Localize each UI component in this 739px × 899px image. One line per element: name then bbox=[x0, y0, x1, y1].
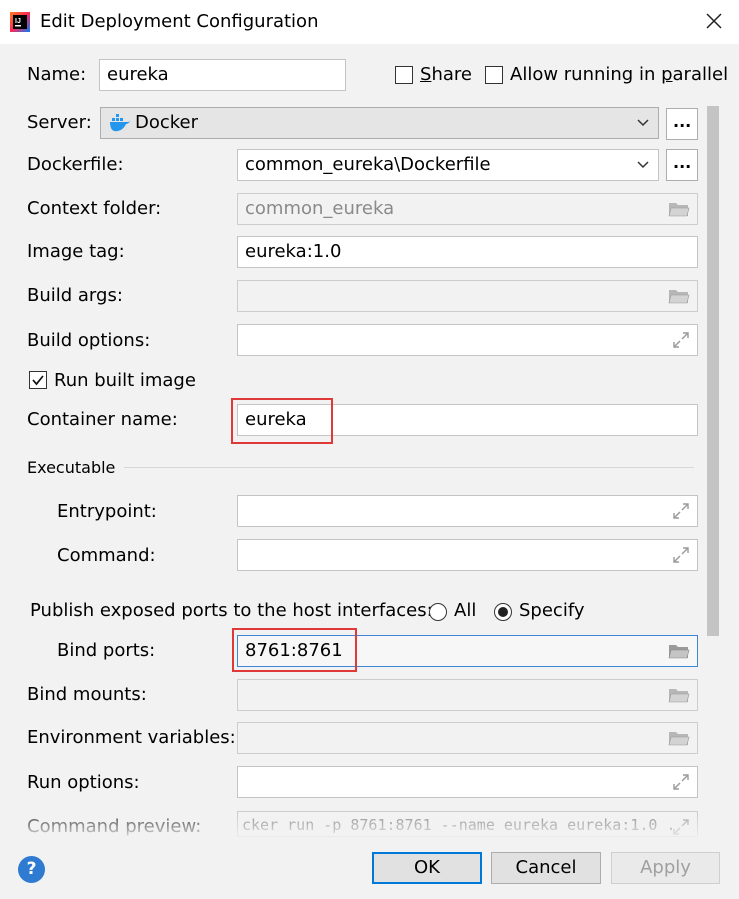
build-options-label: Build options: bbox=[27, 330, 151, 351]
env-vars-input[interactable] bbox=[237, 722, 698, 754]
allow-parallel-checkbox[interactable] bbox=[485, 66, 503, 84]
folder-icon[interactable] bbox=[668, 642, 690, 660]
ok-button[interactable]: OK bbox=[372, 852, 482, 884]
image-tag-label: Image tag: bbox=[27, 241, 125, 262]
radio-all-label: All bbox=[454, 600, 477, 621]
server-dropdown[interactable]: Docker bbox=[100, 107, 659, 139]
close-icon[interactable] bbox=[700, 6, 728, 36]
entrypoint-label: Entrypoint: bbox=[57, 501, 157, 522]
command-preview-field[interactable]: cker run -p 8761:8761 --name eureka eure… bbox=[237, 811, 698, 837]
intellij-app-icon: IJ bbox=[10, 12, 30, 32]
folder-icon[interactable] bbox=[668, 729, 690, 747]
run-options-input[interactable] bbox=[237, 766, 698, 798]
folder-icon[interactable] bbox=[668, 287, 690, 305]
folder-icon[interactable] bbox=[668, 200, 690, 218]
checkmark-icon bbox=[32, 375, 44, 386]
svg-text:IJ: IJ bbox=[15, 18, 21, 25]
command-preview-value: cker run -p 8761:8761 --name eureka eure… bbox=[242, 816, 676, 834]
command-label: Command: bbox=[57, 545, 156, 566]
expand-icon[interactable] bbox=[673, 547, 689, 563]
share-label: Share bbox=[420, 64, 472, 85]
context-folder-label: Context folder: bbox=[27, 198, 162, 219]
share-checkbox[interactable] bbox=[395, 66, 413, 84]
expand-icon[interactable] bbox=[673, 774, 689, 790]
run-built-image-checkbox[interactable] bbox=[29, 371, 47, 389]
server-value: Docker bbox=[135, 112, 199, 133]
bind-mounts-input[interactable] bbox=[237, 679, 698, 711]
expand-icon[interactable] bbox=[673, 819, 689, 835]
chevron-down-icon bbox=[637, 119, 649, 127]
context-folder-input[interactable]: common_eureka bbox=[237, 193, 698, 225]
server-label: Server: bbox=[27, 112, 92, 133]
section-divider bbox=[124, 467, 694, 468]
highlight-box-bind-ports bbox=[232, 628, 357, 672]
scrollbar-thumb[interactable] bbox=[707, 106, 719, 636]
image-tag-value: eureka:1.0 bbox=[245, 241, 342, 262]
dockerfile-value: common_eureka\Dockerfile bbox=[245, 154, 491, 175]
radio-specify[interactable] bbox=[494, 603, 512, 621]
name-label: Name: bbox=[27, 64, 87, 85]
help-button[interactable]: ? bbox=[18, 856, 45, 883]
server-browse-button[interactable]: ... bbox=[666, 108, 698, 140]
run-built-image-label: Run built image bbox=[54, 370, 196, 391]
image-tag-input[interactable]: eureka:1.0 bbox=[237, 236, 698, 268]
build-options-input[interactable] bbox=[237, 324, 698, 356]
highlight-box-container bbox=[231, 398, 333, 444]
command-input[interactable] bbox=[237, 539, 698, 571]
chevron-down-icon bbox=[637, 161, 649, 169]
executable-section-title: Executable bbox=[27, 458, 116, 477]
radio-all[interactable] bbox=[429, 603, 447, 621]
allow-parallel-label: Allow running in parallel bbox=[510, 64, 729, 85]
window-title: Edit Deployment Configuration bbox=[40, 11, 319, 32]
title-bar: IJ Edit Deployment Configuration bbox=[0, 0, 739, 45]
dockerfile-browse-button[interactable]: ... bbox=[666, 149, 698, 181]
name-input[interactable]: eureka bbox=[99, 59, 346, 91]
build-args-input[interactable] bbox=[237, 280, 698, 312]
dockerfile-label: Dockerfile: bbox=[27, 154, 124, 175]
command-preview-label: Command preview: bbox=[27, 816, 202, 837]
build-args-label: Build args: bbox=[27, 285, 123, 306]
apply-button[interactable]: Apply bbox=[611, 852, 720, 884]
expand-icon[interactable] bbox=[673, 503, 689, 519]
dockerfile-dropdown[interactable]: common_eureka\Dockerfile bbox=[237, 149, 659, 181]
container-name-label: Container name: bbox=[27, 409, 178, 430]
context-folder-value: common_eureka bbox=[245, 198, 395, 219]
run-options-label: Run options: bbox=[27, 772, 140, 793]
publish-ports-label: Publish exposed ports to the host interf… bbox=[30, 600, 433, 621]
expand-icon[interactable] bbox=[673, 332, 689, 348]
folder-icon[interactable] bbox=[668, 686, 690, 704]
bind-mounts-label: Bind mounts: bbox=[27, 684, 147, 705]
name-value: eureka bbox=[107, 64, 169, 85]
entrypoint-input[interactable] bbox=[237, 495, 698, 527]
env-vars-label: Environment variables: bbox=[27, 727, 236, 748]
radio-specify-label: Specify bbox=[519, 600, 585, 621]
cancel-button[interactable]: Cancel bbox=[491, 852, 601, 884]
docker-icon bbox=[110, 114, 130, 132]
bind-ports-label: Bind ports: bbox=[57, 640, 156, 661]
